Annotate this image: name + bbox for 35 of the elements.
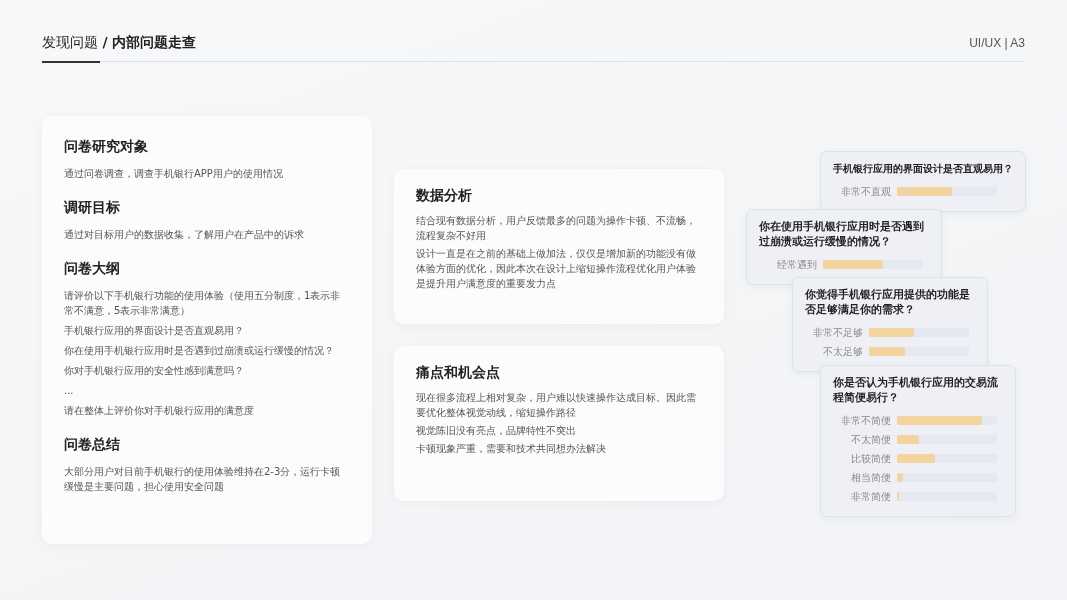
answer-label: 非常不直观 bbox=[840, 184, 892, 199]
answer-label: 不太足够 bbox=[822, 344, 864, 359]
section-text: 卡顿现象严重，需要和技术共同想办法解决 bbox=[415, 442, 607, 456]
survey-question: 你是否认为手机银行应用的交易流程简便易行？ bbox=[833, 375, 1000, 405]
answer-label: 相当简便 bbox=[850, 470, 892, 485]
section-text: ... bbox=[64, 384, 75, 398]
section-text: 通过问卷调查，调查手机银行APP用户的使用情况 bbox=[64, 167, 284, 181]
section-text: 现在很多流程上相对复杂，用户难以快速操作达成目标。因此需要优化整体视觉动线，缩短操作路径 bbox=[415, 391, 697, 420]
answer-label: 非常简便 bbox=[850, 489, 892, 504]
section-text: 设计一直是在之前的基础上做加法，仅仅是增加新的功能没有做体验方面的优化，因此本次在设计上缩短操作流程优化用户体验是提升用户满意度的重要发力点 bbox=[415, 247, 697, 291]
section-text: 通过对目标用户的数据收集，了解用户在产品中的诉求 bbox=[64, 228, 305, 242]
answer-label: 非常不简便 bbox=[840, 413, 892, 428]
survey-question: 你在使用手机银行应用时是否遇到过崩溃或运行缓慢的情况？ bbox=[759, 219, 926, 249]
answer-label: 比较简便 bbox=[850, 451, 892, 466]
survey-question: 手机银行应用的界面设计是否直观易用？ bbox=[833, 162, 1014, 176]
section-heading: 数据分析 bbox=[415, 187, 473, 205]
section-heading: 问卷大纲 bbox=[64, 260, 121, 278]
section-text: 你在使用手机银行应用时是否遇到过崩溃或运行缓慢的情况？ bbox=[64, 344, 335, 358]
section-text: 结合现有数据分析，用户反馈最多的问题为操作卡顿、不流畅，流程复杂不好用 bbox=[415, 214, 697, 243]
section-text: 视觉陈旧没有亮点，品牌特性不突出 bbox=[415, 424, 577, 438]
answer-label: 非常不足够 bbox=[812, 325, 864, 340]
answer-label: 经常遇到 bbox=[776, 257, 818, 272]
section-text: 你对手机银行应用的安全性感到满意吗？ bbox=[64, 364, 245, 378]
section-heading: 痛点和机会点 bbox=[415, 364, 501, 382]
section-text: 手机银行应用的界面设计是否直观易用？ bbox=[64, 324, 245, 338]
section-heading: 调研目标 bbox=[64, 199, 121, 217]
section-text: 大部分用户对目前手机银行的使用体验维持在2-3分，运行卡顿缓慢是主要问题，担心使用安全问题 bbox=[64, 465, 342, 494]
survey-question: 你觉得手机银行应用提供的功能是否足够满足你的需求？ bbox=[805, 287, 972, 317]
section-heading: 问卷总结 bbox=[64, 436, 121, 454]
answer-label: 不太简便 bbox=[850, 432, 892, 447]
section-text: 请评价以下手机银行功能的使用体验（使用五分制度，1表示非常不满意，5表示非常满意） bbox=[64, 289, 342, 318]
page-tag: UI/UX | A3 bbox=[969, 36, 1025, 50]
page-title: 发现问题 / 内部问题走查 bbox=[42, 34, 197, 52]
section-heading: 问卷研究对象 bbox=[64, 138, 149, 156]
section-text: 请在整体上评价你对手机银行应用的满意度 bbox=[64, 404, 255, 418]
